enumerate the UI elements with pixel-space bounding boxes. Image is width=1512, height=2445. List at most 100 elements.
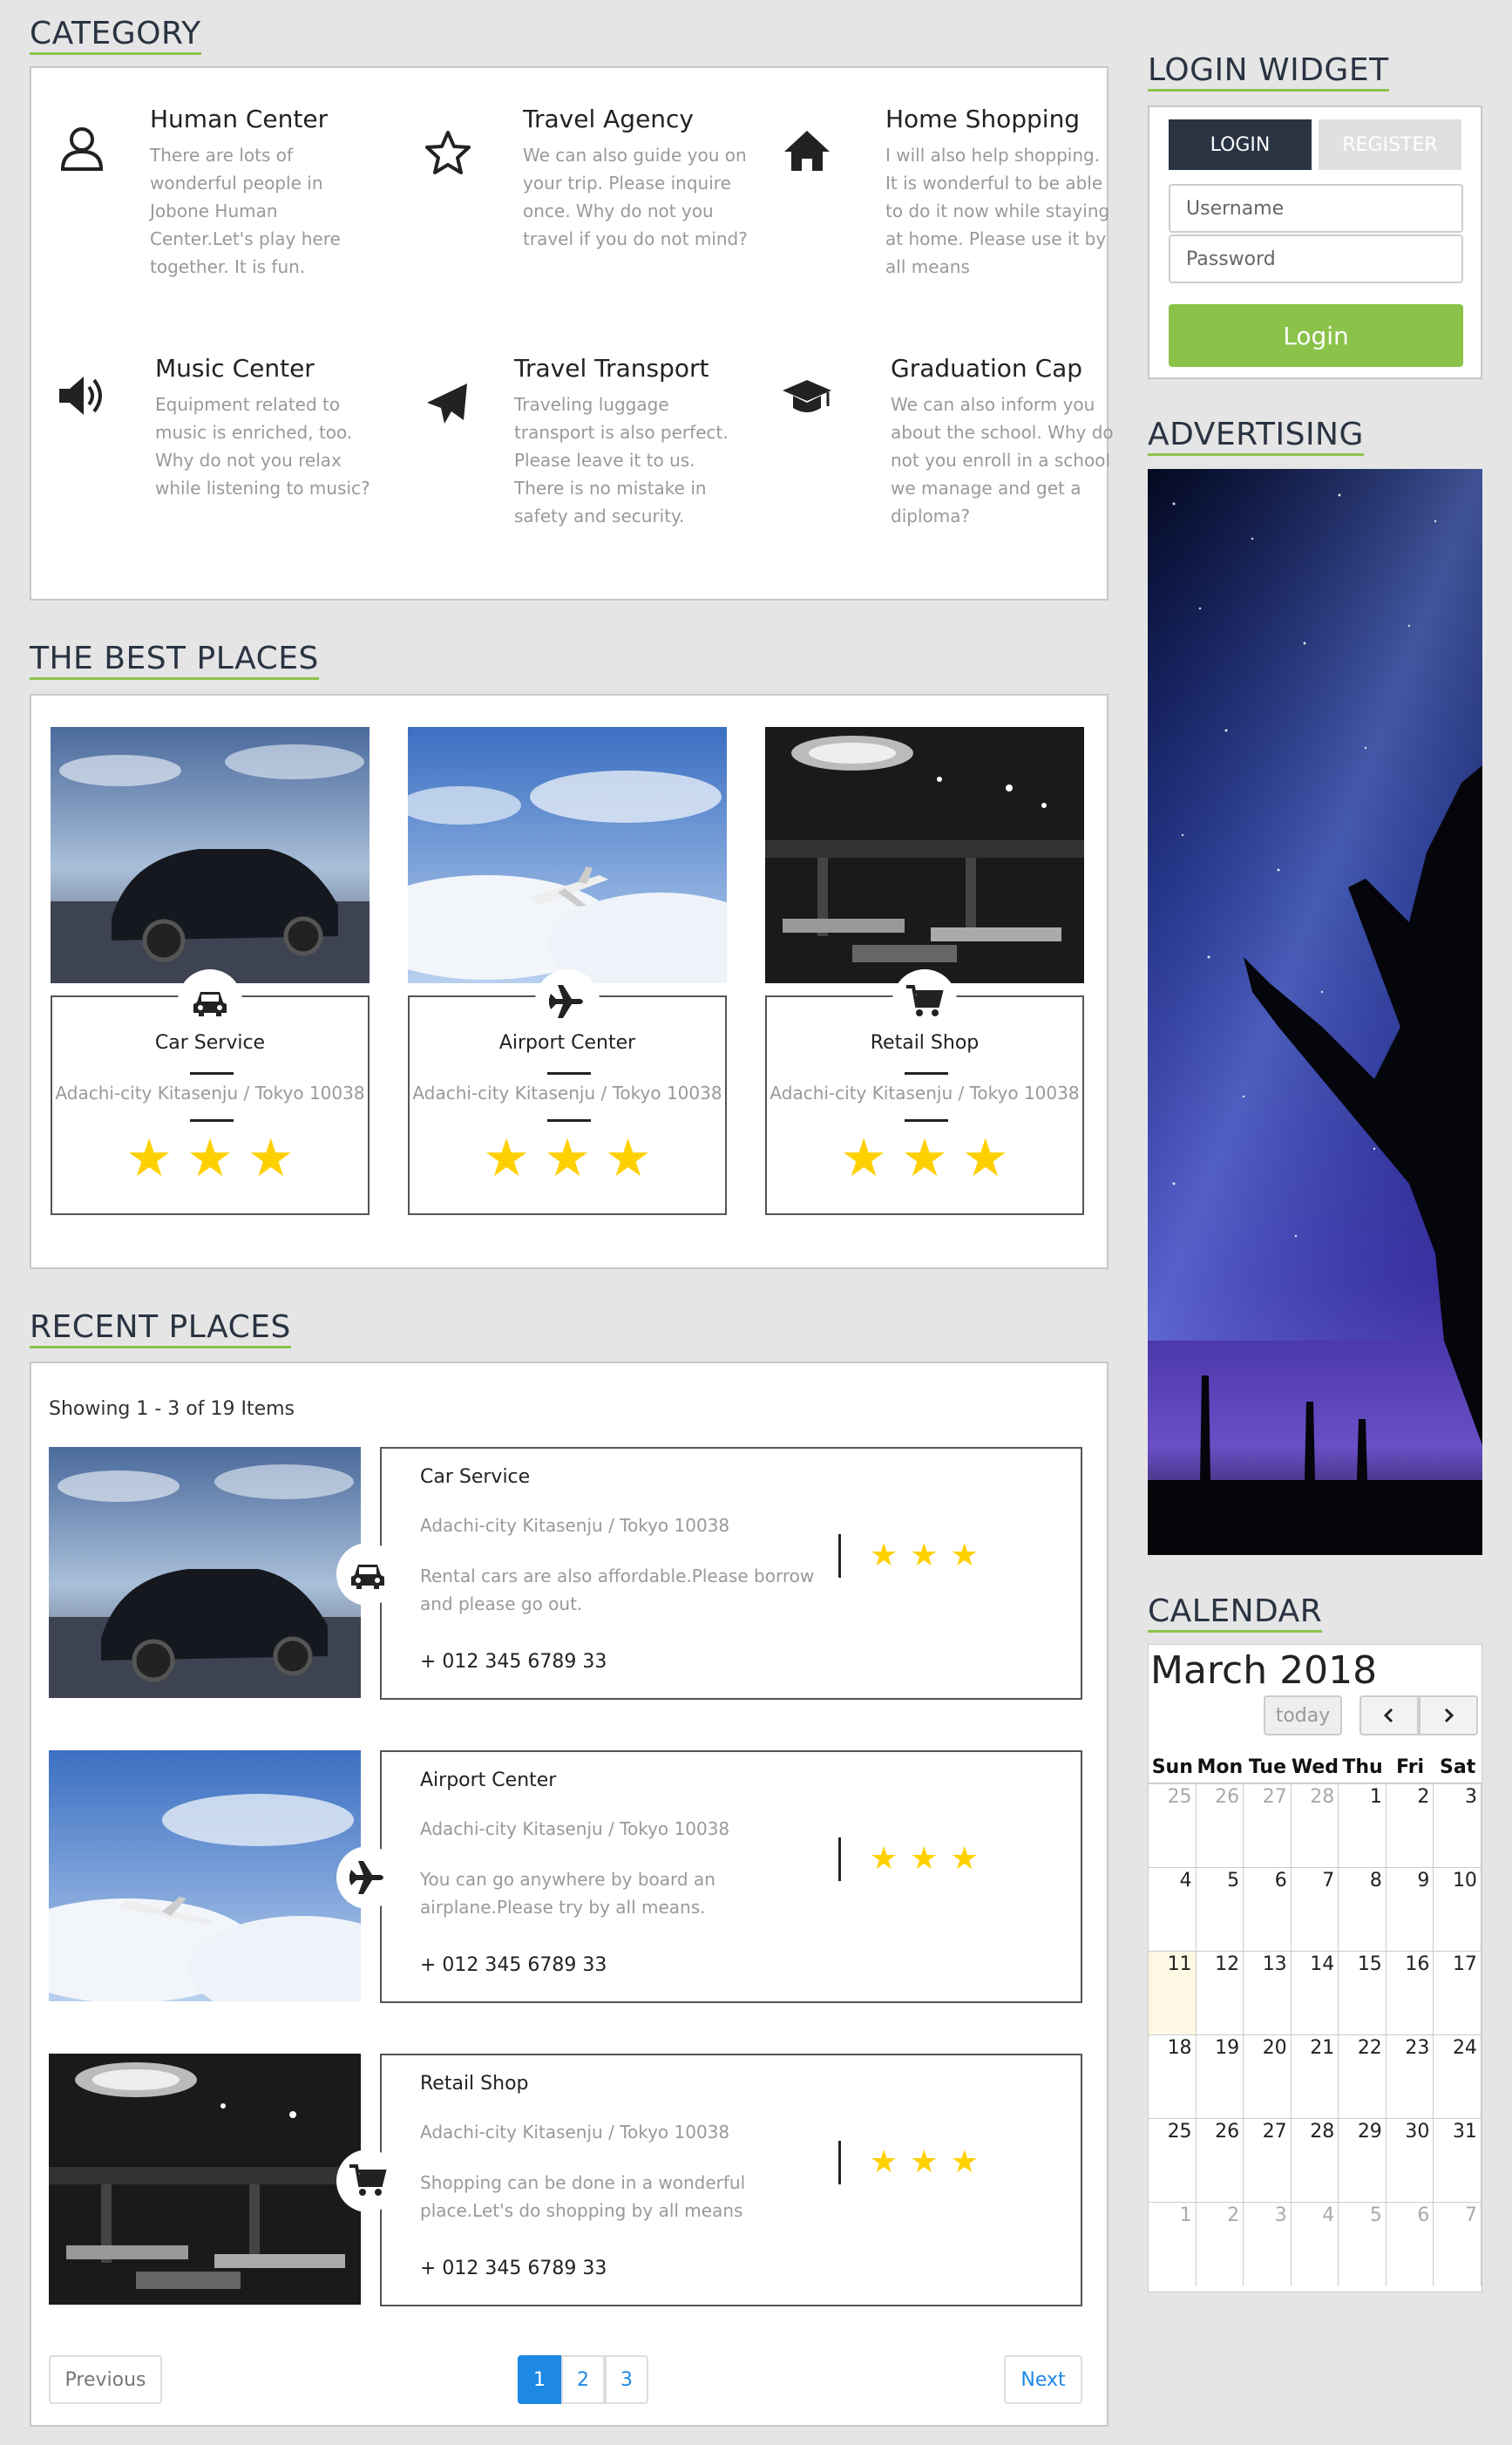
rating-stars: ★ ★ ★ (410, 1132, 725, 1185)
calendar-day[interactable]: 4 (1292, 2203, 1339, 2286)
place-address: Adachi-city Kitasenju / Tokyo 10038 (770, 1083, 1080, 1104)
car-icon (178, 969, 242, 1034)
login-tab[interactable]: LOGIN (1169, 119, 1312, 170)
calendar-day[interactable]: 17 (1434, 1952, 1481, 2034)
chevron-right-icon[interactable] (1419, 1695, 1478, 1735)
star-icon: ★ (950, 1841, 979, 1877)
place-phone: + 012 345 6789 33 (420, 1651, 607, 1673)
category-title: Travel Agency (523, 105, 694, 133)
star-icon: ★ (870, 1841, 898, 1877)
category-title: Human Center (150, 105, 329, 133)
place-name: Retail Shop (420, 2073, 529, 2095)
place-description: You can go anywhere by board an airplane… (420, 1869, 715, 1918)
calendar-day[interactable]: 6 (1244, 1868, 1292, 1951)
star-icon: ★ (950, 1538, 979, 1573)
weekday-label: Thu (1342, 1756, 1383, 1778)
divider (190, 1119, 234, 1122)
calendar-day[interactable]: 7 (1292, 1868, 1339, 1951)
calendar-day[interactable]: 5 (1197, 1868, 1244, 1951)
calendar-day[interactable]: 20 (1244, 2035, 1292, 2118)
calendar-day[interactable]: 6 (1387, 2203, 1434, 2286)
calendar-day[interactable]: 12 (1197, 1952, 1244, 2034)
page-3-button[interactable]: 3 (605, 2355, 648, 2404)
calendar-day[interactable]: 8 (1339, 1868, 1387, 1951)
calendar-day[interactable]: 2 (1387, 1784, 1434, 1867)
page-1-button[interactable]: 1 (518, 2355, 561, 2404)
place-address: Adachi-city Kitasenju / Tokyo 10038 (420, 1515, 730, 1536)
category-title: Travel Transport (514, 354, 709, 383)
calendar-day[interactable]: 26 (1197, 1784, 1244, 1867)
next-button[interactable]: Next (1004, 2355, 1082, 2404)
calendar-day[interactable]: 18 (1149, 2035, 1197, 2118)
weekday-label: Tue (1248, 1756, 1286, 1778)
showing-count: Showing 1 - 3 of 19 Items (49, 1398, 295, 1420)
calendar-day[interactable]: 25 (1149, 2119, 1197, 2202)
page-2-button[interactable]: 2 (561, 2355, 605, 2404)
divider (547, 1119, 591, 1122)
calendar-day[interactable]: 13 (1244, 1952, 1292, 2034)
recent-place-info: Airport Center Adachi-city Kitasenju / T… (380, 1750, 1082, 2003)
chevron-left-icon[interactable] (1359, 1695, 1419, 1735)
register-tab[interactable]: REGISTER (1319, 119, 1461, 170)
paper-plane-icon (422, 378, 474, 431)
rating-stars: ★ ★ ★ (870, 2141, 991, 2184)
calendar-day[interactable]: 22 (1339, 2035, 1387, 2118)
password-field[interactable]: Password (1169, 234, 1463, 283)
calendar-day[interactable]: 27 (1244, 2119, 1292, 2202)
calendar-day-today[interactable]: 11 (1149, 1952, 1197, 2034)
calendar-day[interactable]: 2 (1197, 2203, 1244, 2286)
weekday-label: Wed (1291, 1756, 1339, 1778)
previous-button[interactable]: Previous (49, 2355, 162, 2404)
calendar-day[interactable]: 21 (1292, 2035, 1339, 2118)
calendar-day[interactable]: 5 (1339, 2203, 1387, 2286)
place-name: Airport Center (498, 1032, 636, 1054)
calendar-day[interactable]: 29 (1339, 2119, 1387, 2202)
username-field[interactable]: Username (1169, 184, 1463, 233)
star-icon: ★ (604, 1128, 652, 1189)
calendar-day[interactable]: 30 (1387, 2119, 1434, 2202)
calendar-day[interactable]: 23 (1387, 2035, 1434, 2118)
calendar-day[interactable]: 1 (1339, 1784, 1387, 1867)
calendar-day[interactable]: 10 (1434, 1868, 1481, 1951)
place-name: Retail Shop (870, 1032, 980, 1054)
calendar-day[interactable]: 24 (1434, 2035, 1481, 2118)
calendar-day[interactable]: 27 (1244, 1784, 1292, 1867)
calendar-day[interactable]: 7 (1434, 2203, 1481, 2286)
calendar-day[interactable]: 3 (1244, 2203, 1292, 2286)
category-desc: There are lots of wonderful people in Jo… (150, 145, 341, 277)
category-heading: CATEGORY (30, 16, 201, 55)
today-button[interactable]: today (1264, 1695, 1342, 1735)
recent-place-row[interactable]: Airport Center Adachi-city Kitasenju / T… (49, 1750, 1082, 2003)
rating-stars: ★ ★ ★ (870, 1534, 991, 1578)
star-icon (422, 127, 474, 180)
calendar-day[interactable]: 26 (1197, 2119, 1244, 2202)
calendar-day[interactable]: 19 (1197, 2035, 1244, 2118)
calendar-day[interactable]: 1 (1149, 2203, 1197, 2286)
star-icon: ★ (544, 1128, 591, 1189)
calendar-day[interactable]: 14 (1292, 1952, 1339, 2034)
calendar-heading: CALENDAR (1148, 1593, 1323, 1633)
advertising-banner[interactable] (1148, 469, 1482, 1555)
calendar-day[interactable]: 15 (1339, 1952, 1387, 2034)
login-button[interactable]: Login (1169, 304, 1463, 367)
calendar-day[interactable]: 9 (1387, 1868, 1434, 1951)
calendar-day[interactable]: 16 (1387, 1952, 1434, 2034)
plane-icon (336, 1846, 399, 1909)
calendar-day[interactable]: 3 (1434, 1784, 1481, 1867)
place-address: Adachi-city Kitasenju / Tokyo 10038 (420, 1818, 730, 1839)
place-address: Adachi-city Kitasenju / Tokyo 10038 (412, 1083, 722, 1104)
place-name: Airport Center (420, 1769, 557, 1791)
calendar-day[interactable]: 25 (1149, 1784, 1197, 1867)
calendar-day[interactable]: 28 (1292, 1784, 1339, 1867)
calendar-grid: Sun Mon Tue Wed Thu Fri Sat 25 26 27 28 … (1149, 1751, 1481, 2286)
login-widget-heading: LOGIN WIDGET (1148, 52, 1389, 92)
calendar-day[interactable]: 31 (1434, 2119, 1481, 2202)
calendar-week: 25 26 27 28 29 30 31 (1149, 2119, 1481, 2203)
weekday-label: Sat (1440, 1756, 1476, 1778)
calendar-day[interactable]: 28 (1292, 2119, 1339, 2202)
recent-place-row[interactable]: Car Service Adachi-city Kitasenju / Toky… (49, 1447, 1082, 1700)
place-phone: + 012 345 6789 33 (420, 2258, 607, 2279)
calendar-day[interactable]: 4 (1149, 1868, 1197, 1951)
star-icon: ★ (840, 1128, 888, 1189)
recent-place-row[interactable]: Retail Shop Adachi-city Kitasenju / Toky… (49, 2054, 1082, 2306)
